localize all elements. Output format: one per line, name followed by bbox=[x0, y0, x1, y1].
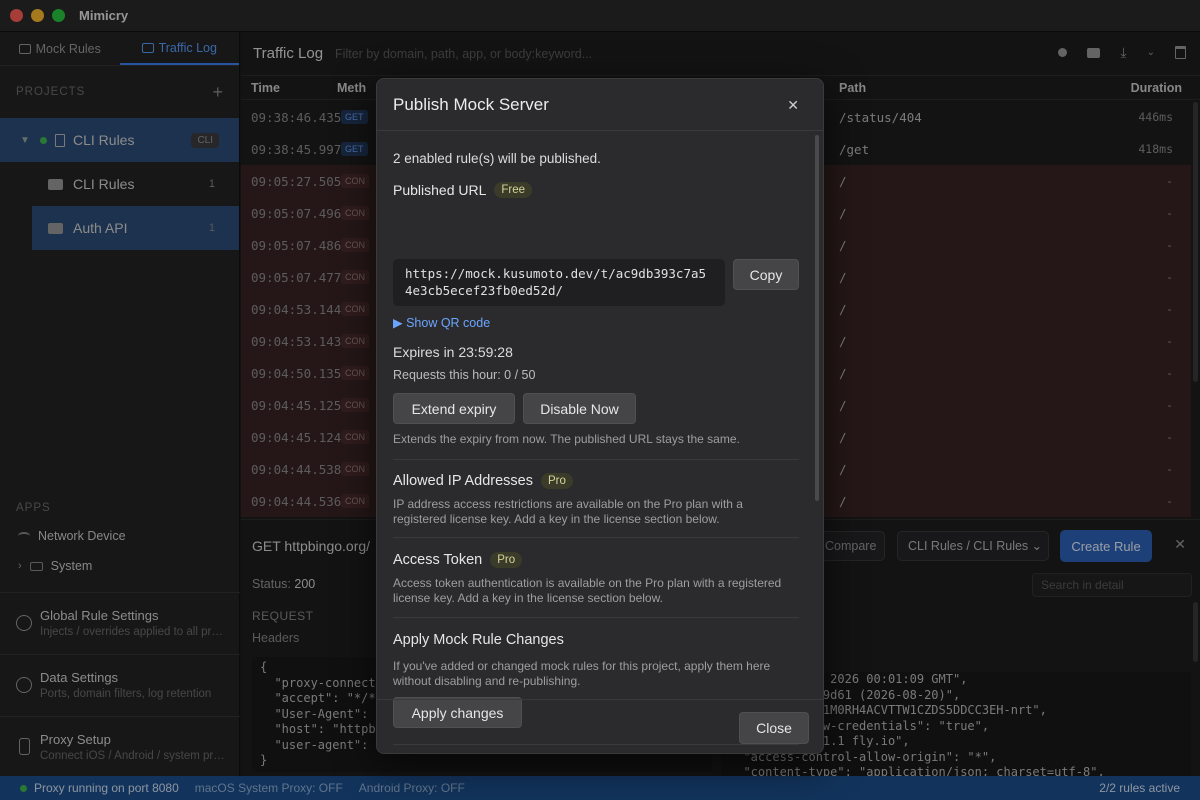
dialog-header: Publish Mock Server bbox=[377, 79, 823, 131]
publish-mock-server-dialog: Publish Mock Server ✕ 2 enabled rule(s) … bbox=[376, 78, 824, 754]
dialog-title: Publish Mock Server bbox=[393, 94, 549, 114]
disable-now-button[interactable]: Disable Now bbox=[523, 393, 636, 424]
access-token-heading: Access Token Pro bbox=[393, 552, 523, 568]
close-dialog-button[interactable]: ✕ bbox=[787, 97, 799, 114]
access-token-title: Access Token bbox=[393, 552, 483, 568]
show-qr-code-link[interactable]: ▶ Show QR code bbox=[393, 315, 490, 330]
request-quota: Requests this hour: 0 / 50 bbox=[393, 368, 536, 382]
extend-expiry-button[interactable]: Extend expiry bbox=[393, 393, 515, 424]
published-url-field[interactable]: https://mock.kusumoto.dev/t/ac9db393c7a5… bbox=[393, 259, 725, 306]
access-token-note: Access token authentication is available… bbox=[393, 576, 782, 605]
apply-changes-heading: Apply Mock Rule Changes bbox=[393, 632, 564, 648]
allowed-ip-heading: Allowed IP Addresses Pro bbox=[393, 473, 573, 489]
copy-url-button[interactable]: Copy bbox=[733, 259, 799, 290]
section-divider bbox=[393, 459, 799, 460]
published-url-label: Published URL bbox=[393, 182, 487, 198]
dialog-footer: Close bbox=[377, 699, 823, 753]
apply-changes-title: Apply Mock Rule Changes bbox=[393, 632, 564, 648]
close-button[interactable]: Close bbox=[739, 712, 809, 744]
expiry-countdown: Expires in 23:59:28 bbox=[393, 344, 513, 360]
extend-note: Extends the expiry from now. The publish… bbox=[393, 432, 740, 446]
apply-changes-note: If you've added or changed mock rules fo… bbox=[393, 659, 771, 688]
section-divider bbox=[393, 537, 799, 538]
dialog-scrollbar[interactable] bbox=[815, 135, 819, 501]
published-url-heading: Published URL Free bbox=[393, 182, 533, 198]
section-divider bbox=[393, 617, 799, 618]
publish-summary: 2 enabled rule(s) will be published. bbox=[393, 151, 601, 166]
plan-badge: Free bbox=[494, 182, 533, 198]
allowed-ip-note: IP address access restrictions are avail… bbox=[393, 497, 743, 526]
pro-badge: Pro bbox=[490, 552, 523, 568]
pro-badge: Pro bbox=[540, 473, 573, 489]
allowed-ip-title: Allowed IP Addresses bbox=[393, 473, 533, 489]
